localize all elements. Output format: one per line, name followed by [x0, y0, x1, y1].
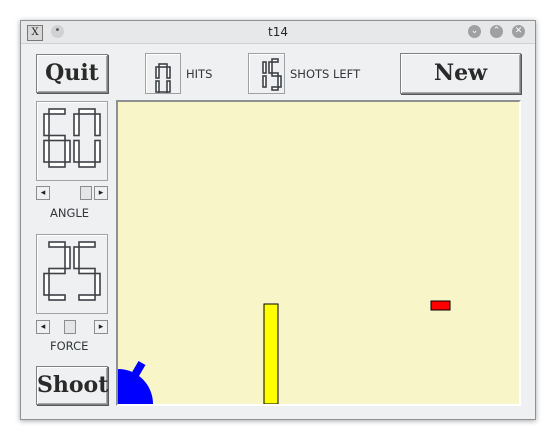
lcd-segment — [43, 113, 50, 137]
lcd-segment — [48, 108, 66, 115]
target-block — [430, 300, 451, 311]
lcd-segment — [262, 61, 267, 74]
lcd-segment — [94, 272, 101, 296]
lcd-segment — [158, 63, 168, 68]
angle-decrease-arrow[interactable]: ◂ — [36, 186, 50, 200]
lcd-segment — [48, 267, 66, 275]
angle-slider[interactable]: ◂ ▸ — [36, 186, 108, 202]
app-window: X • t14 ⌄ ⌃ ✕ Quit HITS SHOTS LEFT New G… — [20, 20, 536, 420]
lcd-segment — [43, 139, 50, 163]
lcd-segment — [271, 58, 279, 63]
lcd-segment — [78, 108, 96, 115]
force-slider[interactable]: ◂ ▸ — [36, 320, 108, 336]
hits-lcd — [145, 53, 181, 96]
shoot-button[interactable]: Shoot — [36, 366, 108, 405]
lcd-segment — [158, 91, 168, 96]
lcd-segment — [73, 246, 80, 270]
lcd-segment — [166, 66, 171, 79]
lcd-segment — [94, 113, 101, 137]
lcd-segment — [268, 61, 273, 74]
lcd-segment — [48, 134, 66, 142]
hits-label: HITS — [186, 67, 213, 81]
lcd-segment — [271, 86, 279, 91]
lcd-segment — [262, 75, 267, 88]
lcd-segment — [73, 113, 80, 137]
new-game-button[interactable]: New Game — [400, 53, 521, 125]
minimize-button[interactable]: ⌄ — [468, 25, 481, 38]
lcd-segment — [64, 139, 71, 163]
lcd-segment — [155, 66, 160, 79]
window-title: t14 — [268, 25, 288, 39]
force-increase-arrow[interactable]: ▸ — [94, 320, 108, 334]
close-button[interactable]: ✕ — [512, 25, 525, 38]
barrier-wall — [263, 303, 279, 404]
force-label: FORCE — [50, 339, 89, 353]
force-slider-handle[interactable] — [64, 320, 76, 334]
lcd-segment — [78, 267, 96, 275]
lcd-segment — [78, 241, 96, 248]
maximize-button[interactable]: ⌃ — [490, 25, 503, 38]
lcd-segment — [166, 80, 171, 93]
angle-lcd-digits — [43, 108, 101, 168]
angle-slider-handle[interactable] — [80, 186, 92, 200]
shots-left-lcd-digits — [262, 58, 282, 91]
lcd-segment — [94, 139, 101, 163]
lcd-segment — [64, 246, 71, 270]
lcd-segment — [73, 139, 80, 163]
quit-button[interactable]: Quit — [36, 54, 108, 93]
lcd-segment — [48, 241, 66, 248]
lcd-segment — [78, 294, 96, 301]
game-canvas[interactable] — [118, 102, 519, 404]
lcd-segment — [43, 272, 50, 296]
shots-left-label: SHOTS LEFT — [290, 67, 361, 81]
angle-increase-arrow[interactable]: ▸ — [94, 186, 108, 200]
game-field[interactable] — [116, 100, 521, 406]
hits-lcd-digits — [155, 63, 171, 96]
force-lcd-digits — [43, 241, 101, 301]
angle-label: ANGLE — [50, 206, 90, 220]
lcd-segment — [78, 161, 96, 168]
lcd-segment — [48, 161, 66, 168]
title-bar: X • t14 ⌄ ⌃ ✕ — [21, 21, 535, 44]
force-lcd — [36, 234, 108, 314]
force-decrease-arrow[interactable]: ◂ — [36, 320, 50, 334]
field-background — [118, 102, 519, 404]
angle-lcd — [36, 101, 108, 181]
lcd-segment — [277, 75, 282, 88]
lcd-segment — [48, 294, 66, 301]
lcd-segment — [271, 72, 279, 77]
shots-left-lcd — [248, 53, 285, 94]
lcd-segment — [155, 80, 160, 93]
